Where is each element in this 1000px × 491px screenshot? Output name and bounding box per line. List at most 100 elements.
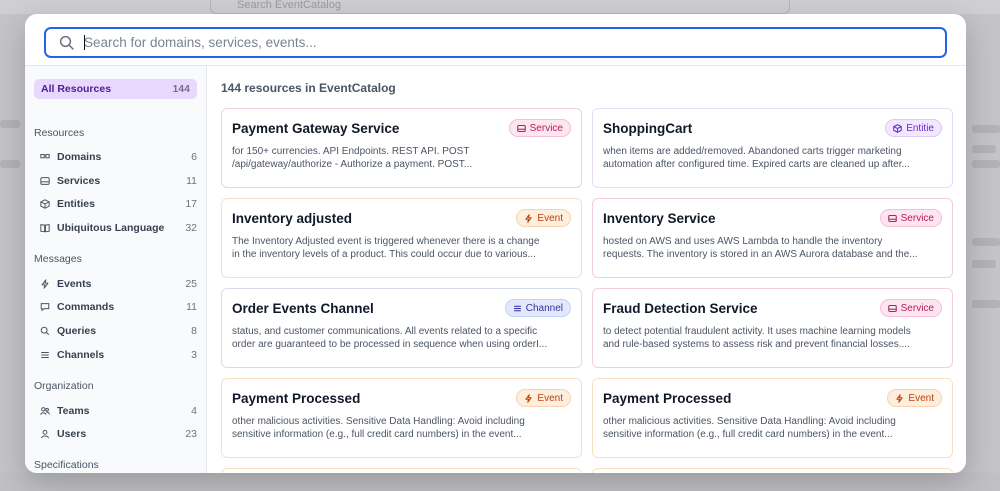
domain-icon	[39, 151, 51, 163]
search-icon	[39, 325, 51, 337]
description-line: status, and customer communications. All…	[232, 326, 538, 337]
cube-icon	[893, 123, 902, 133]
section-title-messages: Messages	[34, 253, 82, 265]
type-badge: Event	[516, 209, 571, 227]
description-line: other malicious activities. Sensitive Da…	[232, 416, 525, 427]
sidebar-item-events[interactable]: Events 25	[39, 275, 197, 293]
type-badge: Service	[879, 299, 942, 317]
background-search: Search EventCatalog	[210, 0, 790, 14]
sidebar-item-label: Ubiquitous Language	[57, 222, 165, 234]
sidebar-item-count: 4	[191, 405, 197, 417]
card-description: status, and customer communications. All…	[232, 325, 572, 351]
sidebar-item-label: Teams	[57, 405, 90, 417]
sidebar-item-count: 8	[191, 325, 197, 337]
sidebar-item-users[interactable]: Users 23	[39, 425, 197, 443]
card-title: ShoppingCart	[603, 121, 693, 136]
user-icon	[39, 428, 51, 440]
search-input[interactable]	[84, 31, 934, 54]
result-card[interactable]: Payment Processed Event other malicious …	[592, 378, 953, 458]
background-text	[972, 300, 1000, 308]
badge-label: Event	[908, 392, 934, 404]
sidebar-item-count: 6	[191, 151, 197, 163]
sidebar-item-count: 32	[185, 222, 197, 234]
sidebar-item-count: 3	[191, 349, 197, 361]
type-badge: Event	[887, 389, 942, 407]
result-card[interactable]	[592, 468, 953, 473]
search-box[interactable]	[44, 27, 947, 58]
sidebar-item-all-resources[interactable]: All Resources 144	[34, 79, 197, 99]
sidebar-item-ubiquitous-language[interactable]: Ubiquitous Language 32	[39, 219, 197, 237]
sidebar-item-entities[interactable]: Entities 17	[39, 195, 197, 213]
sidebar-item-count: 11	[186, 175, 197, 187]
filter-sidebar: All Resources 144 Resources Domains 6 Se…	[25, 66, 207, 473]
background-text	[972, 125, 1000, 133]
sidebar-item-label: Commands	[57, 301, 115, 313]
sidebar-item-count: 144	[172, 83, 190, 95]
description-line: automation after configured time. Expire…	[603, 159, 910, 170]
result-card[interactable]: Inventory Service Service hosted on AWS …	[592, 198, 953, 278]
channel-icon	[513, 305, 521, 311]
description-line: for 150+ currencies. API Endpoints. REST…	[232, 146, 470, 157]
badge-label: Service	[900, 302, 934, 314]
text-caret	[84, 35, 85, 50]
background-text	[972, 145, 996, 153]
badge-label: Event	[537, 212, 563, 224]
description-line: other malicious activities. Sensitive Da…	[603, 416, 896, 427]
background-topbar: Search EventCatalog	[0, 0, 1000, 14]
server-icon	[887, 214, 897, 222]
type-badge: Event	[516, 389, 571, 407]
description-line: hosted on AWS and uses AWS Lambda to han…	[603, 236, 883, 247]
result-card[interactable]: Order Events Channel Channel status, and…	[221, 288, 582, 368]
badge-label: Service	[900, 212, 934, 224]
result-card[interactable]: Payment Gateway Service Service for 150+…	[221, 108, 582, 188]
cube-icon	[39, 198, 51, 210]
description-line: and rule-based systems to assess risk an…	[603, 339, 910, 350]
bolt-icon	[525, 213, 533, 223]
search-icon	[59, 35, 74, 50]
results-panel: 144 resources in EventCatalog Payment Ga…	[208, 66, 966, 473]
background-text	[0, 160, 20, 168]
result-card[interactable]	[221, 468, 582, 473]
sidebar-item-label: Users	[57, 428, 87, 440]
sidebar-item-domains[interactable]: Domains 6	[39, 148, 197, 166]
server-icon	[39, 175, 51, 187]
sidebar-item-channels[interactable]: Channels 3	[39, 346, 197, 364]
card-title: Order Events Channel	[232, 301, 374, 316]
description-line: The Inventory Adjusted event is triggere…	[232, 236, 540, 247]
card-title: Payment Processed	[232, 391, 361, 406]
badge-label: Event	[537, 392, 563, 404]
sidebar-item-label: Events	[57, 278, 92, 290]
book-icon	[39, 222, 51, 234]
card-description: The Inventory Adjusted event is triggere…	[232, 235, 572, 261]
card-description: other malicious activities. Sensitive Da…	[603, 415, 943, 441]
result-card[interactable]: Payment Processed Event other malicious …	[221, 378, 582, 458]
background-footer	[0, 473, 1000, 491]
card-description: to detect potential fraudulent activity.…	[603, 325, 943, 351]
type-badge: Channel	[504, 299, 571, 317]
result-card[interactable]: Fraud Detection Service Service to detec…	[592, 288, 953, 368]
server-icon	[516, 124, 526, 132]
description-line: /api/gateway/authorize - Authorize a pay…	[232, 159, 473, 170]
description-line: sensitive information (e.g., full credit…	[603, 429, 893, 440]
card-description: for 150+ currencies. API Endpoints. REST…	[232, 145, 572, 171]
sidebar-item-queries[interactable]: Queries 8	[39, 322, 197, 340]
sidebar-item-teams[interactable]: Teams 4	[39, 402, 197, 420]
card-title: Payment Gateway Service	[232, 121, 400, 136]
sidebar-item-label: Services	[57, 175, 101, 187]
result-card[interactable]: ShoppingCart Entitie when items are adde…	[592, 108, 953, 188]
section-title-resources: Resources	[34, 127, 85, 139]
results-title: 144 resources in EventCatalog	[221, 81, 396, 95]
section-title-organization: Organization	[34, 380, 94, 392]
card-title: Fraud Detection Service	[603, 301, 758, 316]
card-title: Inventory adjusted	[232, 211, 353, 226]
sidebar-item-label: Domains	[57, 151, 102, 163]
sidebar-item-services[interactable]: Services 11	[39, 172, 197, 190]
channel-icon	[39, 349, 51, 361]
chat-icon	[39, 301, 51, 313]
badge-label: Channel	[525, 302, 563, 314]
type-badge: Service	[508, 119, 571, 137]
sidebar-item-commands[interactable]: Commands 11	[39, 298, 197, 316]
result-card[interactable]: Inventory adjusted Event The Inventory A…	[221, 198, 582, 278]
background-text	[972, 160, 1000, 168]
background-text	[972, 260, 996, 268]
